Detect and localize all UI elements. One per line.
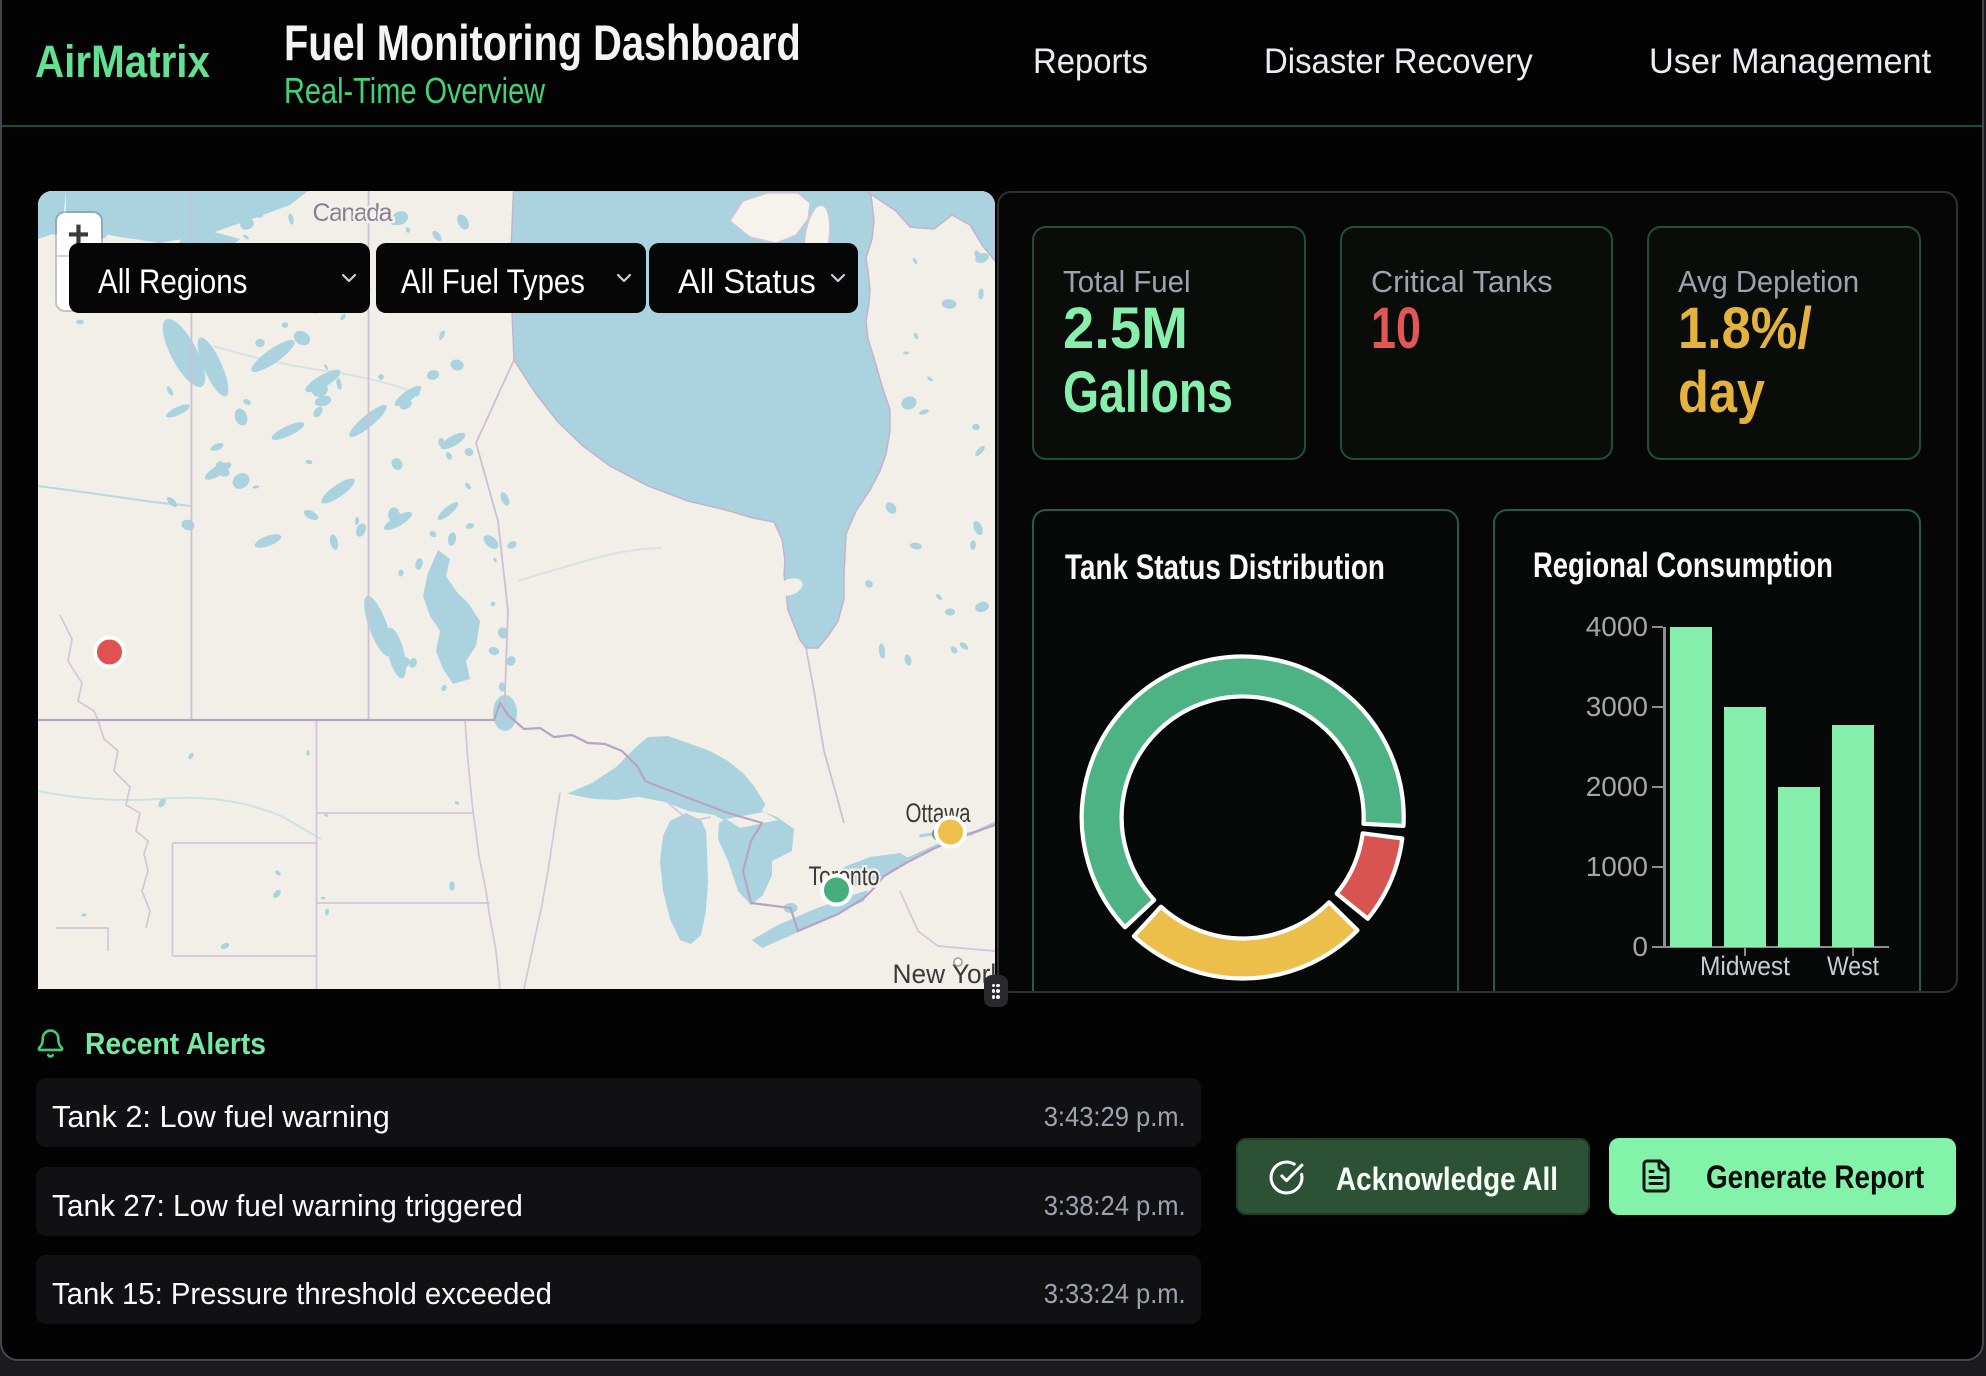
- svg-text:New York: New York: [892, 959, 995, 989]
- svg-text:Canada: Canada: [312, 199, 392, 227]
